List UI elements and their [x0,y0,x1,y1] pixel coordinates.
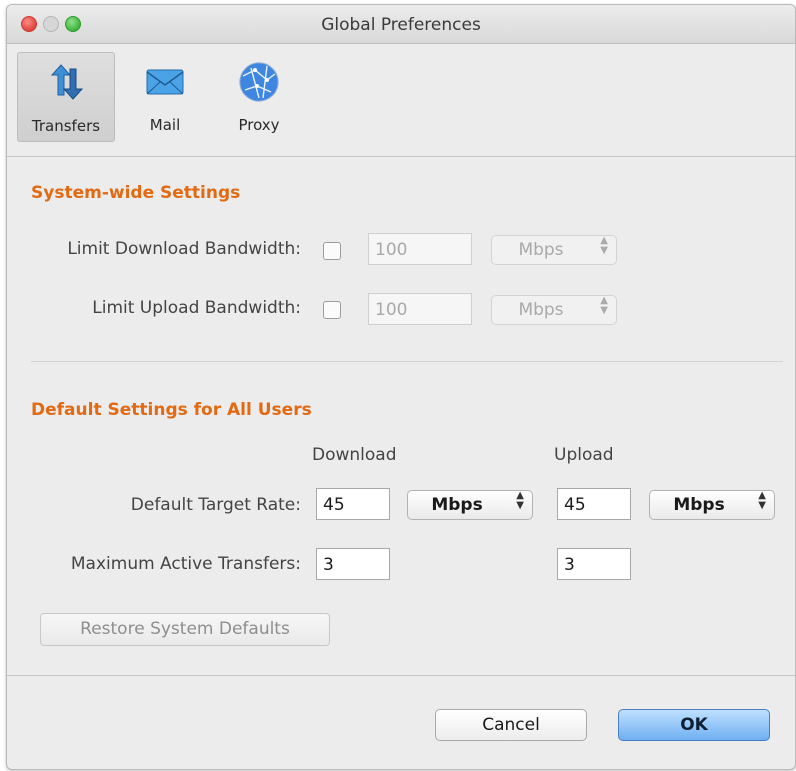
restore-system-defaults-button[interactable]: Restore System Defaults [40,613,330,646]
limit-upload-unit-value: Mbps [518,300,564,320]
tab-mail-label: Mail [149,116,181,134]
upload-rate-unit-value: Mbps [673,495,725,515]
limit-download-unit-select[interactable]: Mbps ▲ ▼ [491,235,617,265]
window-title: Global Preferences [321,15,481,35]
limit-upload-checkbox[interactable] [323,301,341,319]
default-settings-title: Default Settings for All Users [31,400,312,420]
upload-rate-unit-select[interactable]: Mbps ▲ ▼ [649,490,775,520]
preferences-toolbar: Transfers Mail Proxy [7,44,795,157]
limit-download-unit-value: Mbps [518,240,564,260]
section-divider [31,361,783,362]
download-rate-unit-select[interactable]: Mbps ▲ ▼ [407,490,533,520]
upload-column-header: Upload [554,445,614,465]
limit-download-checkbox[interactable] [323,242,341,260]
tab-transfers-label: Transfers [31,117,101,135]
footer-divider [7,675,795,676]
ok-button[interactable]: OK [618,709,770,741]
limit-upload-unit-select[interactable]: Mbps ▲ ▼ [491,295,617,325]
download-column-header: Download [312,445,397,465]
download-target-rate-field[interactable]: 45 [316,488,390,520]
limit-download-label: Limit Download Bandwidth: [67,239,301,259]
tab-proxy-label: Proxy [238,116,280,134]
tab-mail[interactable]: Mail [127,52,203,140]
title-bar: Global Preferences [7,5,795,44]
stepper-arrows-icon: ▲ ▼ [516,490,524,511]
download-rate-unit-value: Mbps [431,495,483,515]
download-max-transfers-field[interactable]: 3 [316,548,390,580]
max-active-transfers-label: Maximum Active Transfers: [70,554,301,574]
cancel-button[interactable]: Cancel [435,709,587,741]
stepper-arrows-icon: ▲ ▼ [758,490,766,511]
proxy-globe-icon [239,62,279,102]
preferences-window: Global Preferences Transfers Mail Proxy … [6,4,796,770]
stepper-arrows-icon: ▲ ▼ [600,295,608,316]
stepper-arrows-icon: ▲ ▼ [600,235,608,256]
limit-upload-label: Limit Upload Bandwidth: [92,298,301,318]
limit-upload-value-field[interactable]: 100 [368,293,472,325]
default-target-rate-label: Default Target Rate: [130,495,301,515]
limit-download-value-field[interactable]: 100 [368,233,472,265]
system-wide-settings-title: System-wide Settings [31,183,241,203]
tab-proxy[interactable]: Proxy [221,52,297,140]
tab-transfers[interactable]: Transfers [17,52,115,142]
transfers-icon [50,64,84,100]
mail-icon [146,69,184,95]
upload-max-transfers-field[interactable]: 3 [557,548,631,580]
upload-target-rate-field[interactable]: 45 [557,488,631,520]
